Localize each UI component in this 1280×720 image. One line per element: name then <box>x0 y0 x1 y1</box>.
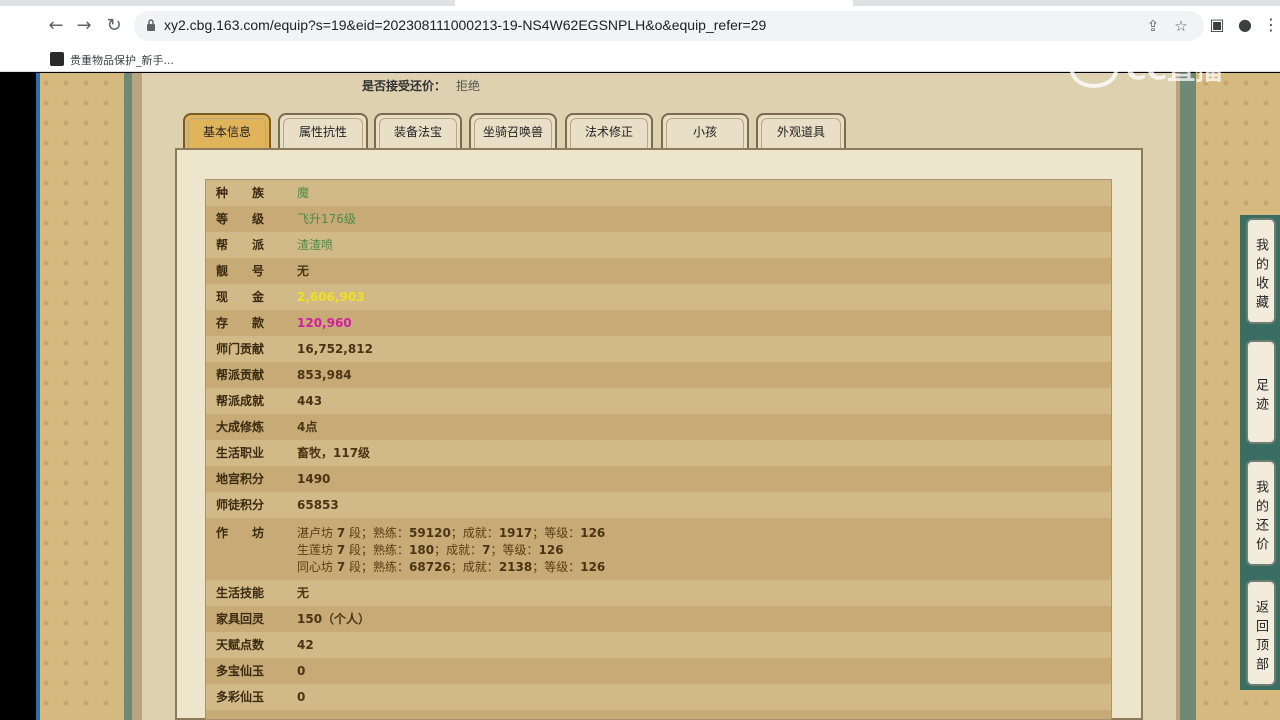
table-row: 帮派贡献 853,984 <box>206 362 1111 388</box>
tab-spell-correction[interactable]: 法术修正 <box>565 113 653 149</box>
tab-strip <box>0 0 1280 6</box>
reload-icon[interactable]: ↻ <box>102 14 126 38</box>
profile-icon[interactable]: ● <box>1234 14 1256 36</box>
workshop-row: 作 坊 湛卢坊 7 段；熟练：59120；成就：1917；等级：126 生莲坊 … <box>206 518 1111 580</box>
table-row: 地宫积分 1490 <box>206 466 1111 492</box>
table-row: 帮派成就 443 <box>206 388 1111 414</box>
left-border <box>36 73 40 720</box>
workshop-line: 湛卢坊 7 段；熟练：59120；成就：1917；等级：126 <box>297 526 606 540</box>
table-row: 家具回灵 150（个人） <box>206 606 1111 632</box>
tab-children[interactable]: 小孩 <box>661 113 749 149</box>
table-row: 帮 派渣渣喷 <box>206 232 1111 258</box>
bookmark-item[interactable]: 贵重物品保护_新手... <box>70 52 174 68</box>
tab-basic-info[interactable]: 基本信息 <box>183 113 271 149</box>
table-row: 师徒积分 65853 <box>206 492 1111 518</box>
address-bar[interactable]: xy2.cbg.163.com/equip?s=19&eid=202308111… <box>134 11 1204 41</box>
menu-icon[interactable]: ⋮ <box>1260 14 1280 36</box>
workshop-line: 生莲坊 7 段；熟练：180；成就：7；等级：126 <box>297 543 564 557</box>
table-row: 生活技能无 <box>206 580 1111 606</box>
table-row <box>206 710 1111 719</box>
my-counter-offers-button[interactable]: 我的还价 <box>1246 460 1276 566</box>
lock-icon <box>147 19 155 31</box>
active-browser-tab[interactable] <box>455 0 853 6</box>
table-row: 天赋点数 42 <box>206 632 1111 658</box>
watermark-logo-icon <box>1070 52 1118 88</box>
bookmark-favicon-icon <box>50 52 64 66</box>
table-row: 等 级飞升176级 <box>206 206 1111 232</box>
share-icon[interactable]: ⇪ <box>1144 17 1162 35</box>
table-row: 师门贡献 16,752,812 <box>206 336 1111 362</box>
tab-equipment[interactable]: 装备法宝 <box>374 113 462 149</box>
table-row: 靓 号无 <box>206 258 1111 284</box>
counter-offer-label: 是否接受还价： <box>362 79 447 93</box>
counter-offer-value: 拒绝 <box>456 79 481 93</box>
stream-watermark: CC直播 <box>1070 50 1240 90</box>
forward-icon[interactable]: → <box>72 14 96 38</box>
workshop-line: 同心坊 7 段；熟练：68726；成就：2138；等级：126 <box>297 560 606 574</box>
star-icon[interactable]: ☆ <box>1172 17 1190 35</box>
table-row: 多彩仙玉 0 <box>206 684 1111 710</box>
counter-offer-info: 是否接受还价： 拒绝 <box>362 77 480 94</box>
table-row: 存 款 120,960 <box>206 310 1111 336</box>
back-icon[interactable]: ← <box>44 14 68 38</box>
basic-info-table: 种 族魔 等 级飞升176级 帮 派渣渣喷 靓 号无 现 金 2,606,903 … <box>205 179 1112 720</box>
my-favorites-button[interactable]: 我的收藏 <box>1246 218 1276 324</box>
table-row: 现 金 2,606,903 <box>206 284 1111 310</box>
tab-appearance[interactable]: 外观道具 <box>756 113 846 149</box>
table-row: 大成修炼 4点 <box>206 414 1111 440</box>
table-row: 种 族魔 <box>206 180 1111 206</box>
sidebar-icon[interactable]: ▣ <box>1206 14 1228 36</box>
tab-attributes[interactable]: 属性抗性 <box>278 113 368 149</box>
url-text[interactable]: xy2.cbg.163.com/equip?s=19&eid=202308111… <box>164 17 766 33</box>
table-row: 生活职业 畜牧，117级 <box>206 440 1111 466</box>
back-to-top-button[interactable]: 返回顶部 <box>1246 580 1276 686</box>
footprint-button[interactable]: 足迹 <box>1246 340 1276 444</box>
browser-toolbar: ← → ↻ xy2.cbg.163.com/equip?s=19&eid=202… <box>0 0 1280 48</box>
table-row: 多宝仙玉 0 <box>206 658 1111 684</box>
tab-mounts-pets[interactable]: 坐骑召唤兽 <box>469 113 557 149</box>
